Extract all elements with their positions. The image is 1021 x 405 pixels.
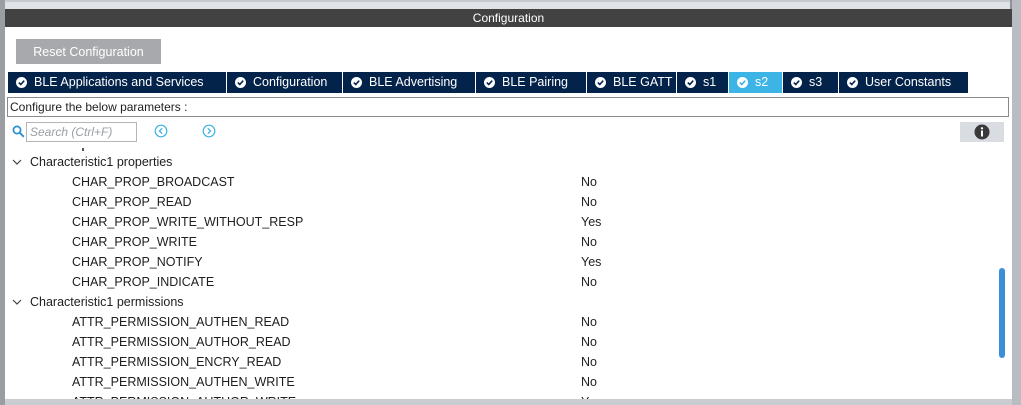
parameter-row[interactable]: ATTR_PERMISSION_AUTHOR_WRITE Yes xyxy=(6,392,996,399)
tab-s2[interactable]: s2 xyxy=(729,72,783,93)
group-label: Characteristic1 permissions xyxy=(30,295,184,309)
parameter-value[interactable]: No xyxy=(581,192,597,212)
parameter-value[interactable]: No xyxy=(581,372,597,392)
tab-label: BLE Applications and Services xyxy=(34,75,204,89)
tab-label: s3 xyxy=(809,75,823,89)
parameter-value[interactable]: No xyxy=(581,272,597,292)
parameter-name: ATTR_PERMISSION_AUTHOR_WRITE xyxy=(72,392,296,399)
next-result-icon[interactable] xyxy=(202,124,216,138)
parameter-value[interactable]: No xyxy=(581,172,597,192)
parameter-row[interactable]: CHAR_PROP_INDICATE No xyxy=(6,272,996,292)
panel-bottom-border xyxy=(5,399,1012,405)
parameter-name: CHAR_PROP_INDICATE xyxy=(72,275,215,289)
parameter-name: ATTR_PERMISSION_ENCRY_READ xyxy=(72,355,282,369)
parameter-value[interactable]: No xyxy=(581,352,597,372)
check-circle-icon xyxy=(351,77,362,88)
parameter-tree: Characteristic1 properties CHAR_PROP_BROA… xyxy=(6,144,996,399)
parameter-row[interactable]: ATTR_PERMISSION_AUTHEN_READ No xyxy=(6,312,996,332)
tab-label: User Constants xyxy=(865,75,952,89)
tab-s3[interactable]: s3 xyxy=(783,72,839,93)
parameter-row[interactable]: ATTR_PERMISSION_AUTHOR_READ No xyxy=(6,332,996,352)
parameter-row[interactable]: ATTR_PERMISSION_AUTHEN_WRITE No xyxy=(6,372,996,392)
parameter-row[interactable]: CHAR_PROP_NOTIFY Yes xyxy=(6,252,996,272)
tab-label: s2 xyxy=(755,75,769,89)
parameter-row[interactable]: CHAR_PROP_READ No xyxy=(6,192,996,212)
parameter-row[interactable]: CHAR_PROP_BROADCAST No xyxy=(6,172,996,192)
search-icon xyxy=(12,125,25,138)
parameter-name: CHAR_PROP_READ xyxy=(72,195,192,209)
parameter-value[interactable]: Yes xyxy=(581,392,601,399)
tab-s1[interactable]: s1 xyxy=(677,72,729,93)
tab-label: s1 xyxy=(703,75,717,89)
tab-configuration[interactable]: Configuration xyxy=(227,72,343,93)
tab-ble-gatt[interactable]: BLE GATT xyxy=(587,72,677,93)
parameter-row[interactable]: CHAR_PROP_WRITE No xyxy=(6,232,996,252)
check-circle-icon xyxy=(16,77,27,88)
tab-ble-applications-and-services[interactable]: BLE Applications and Services xyxy=(8,72,227,93)
check-circle-icon xyxy=(847,77,858,88)
panel-title: Configuration xyxy=(5,9,1012,27)
tab-user-constants[interactable]: User Constants xyxy=(839,72,969,93)
tree-group[interactable]: Characteristic1 properties xyxy=(6,152,996,172)
parameter-row[interactable]: ATTR_PERMISSION_ENCRY_READ No xyxy=(6,352,996,372)
check-circle-icon xyxy=(737,77,748,88)
window-top-border xyxy=(0,0,1021,2)
check-circle-icon xyxy=(484,77,495,88)
scrollbar-thumb[interactable] xyxy=(999,268,1005,358)
parameter-name: CHAR_PROP_WRITE xyxy=(72,235,198,249)
tab-ble-pairing[interactable]: BLE Pairing xyxy=(476,72,587,93)
chevron-down-icon[interactable] xyxy=(12,158,22,166)
parameter-value[interactable]: No xyxy=(581,332,597,352)
info-button[interactable] xyxy=(960,122,1004,142)
previous-result-icon[interactable] xyxy=(154,124,168,138)
search-input[interactable] xyxy=(26,122,137,142)
tab-ble-advertising[interactable]: BLE Advertising xyxy=(343,72,476,93)
tab-bar: BLE Applications and Services Configurati… xyxy=(8,72,969,93)
tab-label: BLE Pairing xyxy=(502,75,569,89)
parameter-value[interactable]: Yes xyxy=(581,252,601,272)
parameter-name: CHAR_PROP_BROADCAST xyxy=(72,175,235,189)
parameter-name: CHAR_PROP_NOTIFY xyxy=(72,255,203,269)
check-circle-icon xyxy=(595,77,606,88)
group-label: Characteristic1 properties xyxy=(30,155,173,169)
parameter-name: ATTR_PERMISSION_AUTHEN_WRITE xyxy=(72,375,295,389)
parameter-name: ATTR_PERMISSION_AUTHEN_READ xyxy=(72,315,290,329)
tab-label: BLE GATT xyxy=(613,75,673,89)
reset-configuration-button[interactable]: Reset Configuration xyxy=(16,39,161,64)
parameter-value[interactable]: Yes xyxy=(581,212,601,232)
tab-label: BLE Advertising xyxy=(369,75,458,89)
tree-group[interactable]: Characteristic1 permissions xyxy=(6,292,996,312)
info-icon xyxy=(974,124,990,140)
parameter-name: CHAR_PROP_WRITE_WITHOUT_RESP xyxy=(72,215,304,229)
chevron-down-icon[interactable] xyxy=(12,298,22,306)
parameter-value[interactable]: No xyxy=(581,312,597,332)
parameter-name: ATTR_PERMISSION_AUTHOR_READ xyxy=(72,335,291,349)
description-field: Configure the below parameters : xyxy=(7,97,1009,117)
parameter-value[interactable]: No xyxy=(581,232,597,252)
check-circle-icon xyxy=(685,77,696,88)
check-circle-icon xyxy=(791,77,802,88)
tab-label: Configuration xyxy=(253,75,328,89)
check-circle-icon xyxy=(235,77,246,88)
parameter-row[interactable]: CHAR_PROP_WRITE_WITHOUT_RESP Yes xyxy=(6,212,996,232)
